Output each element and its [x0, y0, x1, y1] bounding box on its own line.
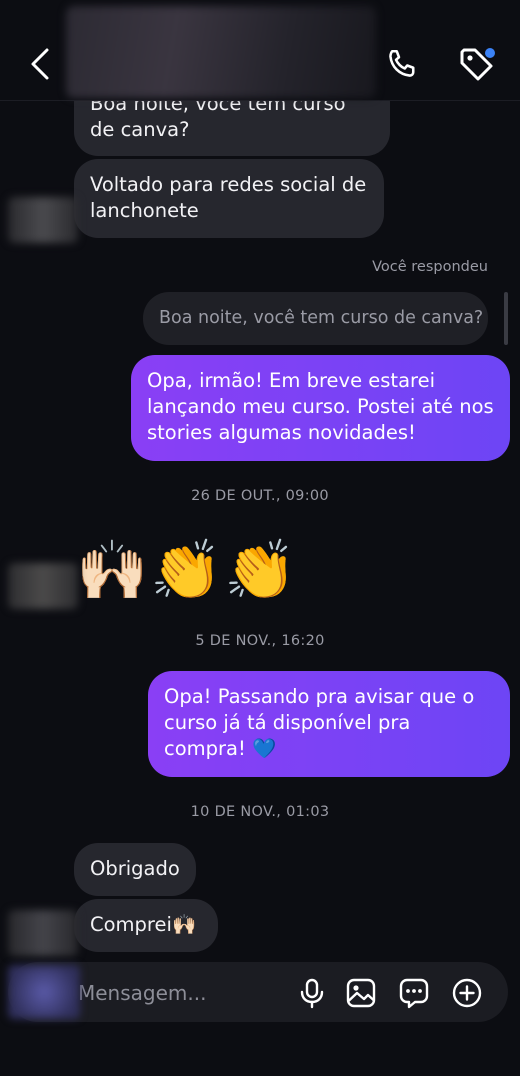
message-input[interactable]: [76, 976, 280, 1010]
incoming-message[interactable]: Obrigado: [74, 843, 196, 896]
message-text: Opa! Passando pra avisar que o curso já …: [164, 685, 475, 760]
sender-avatar[interactable]: [8, 563, 78, 609]
outgoing-message[interactable]: Opa! Passando pra avisar que o curso já …: [148, 671, 510, 777]
raised-hands-emoji: 🙌🏻: [171, 913, 197, 936]
message-text: Comprei: [90, 913, 172, 936]
message-text: Voltado para redes social de lanchonete: [90, 173, 367, 222]
image-icon[interactable]: [345, 977, 377, 1009]
chevron-left-icon: [31, 48, 49, 80]
quote-indicator-bar: [504, 292, 508, 345]
incoming-message[interactable]: Comprei🙌🏻: [74, 899, 218, 952]
sender-avatar[interactable]: [8, 197, 78, 243]
phone-icon: [389, 49, 415, 77]
quoted-message[interactable]: Boa noite, você tem curso de canva?: [143, 292, 488, 345]
back-button[interactable]: [26, 46, 58, 82]
chat-header: [0, 0, 520, 101]
blue-heart-emoji: 💙: [252, 737, 277, 760]
message-text: Opa, irmão! Em breve estarei lançando me…: [147, 369, 494, 444]
contact-info-blurred[interactable]: [66, 6, 376, 98]
emoji-message[interactable]: 🙌🏻👏👏: [76, 532, 299, 608]
call-button[interactable]: [384, 46, 420, 82]
timestamp-separator: 5 DE NOV., 16:20: [195, 633, 325, 649]
user-avatar[interactable]: [8, 965, 80, 1019]
sender-avatar[interactable]: [8, 910, 78, 956]
incoming-message[interactable]: Voltado para redes social de lanchonete: [74, 159, 384, 238]
message-composer: [8, 962, 508, 1022]
notification-dot: [485, 48, 495, 58]
chat-bubble-icon[interactable]: [398, 977, 430, 1009]
microphone-icon[interactable]: [296, 977, 328, 1009]
plus-circle-icon[interactable]: [451, 977, 483, 1009]
outgoing-message[interactable]: Opa, irmão! Em breve estarei lançando me…: [131, 355, 510, 461]
timestamp-separator: 26 DE OUT., 09:00: [191, 488, 329, 504]
timestamp-separator: 10 DE NOV., 01:03: [190, 804, 330, 820]
message-text: Obrigado: [90, 857, 180, 880]
reply-label: Você respondeu: [372, 259, 488, 275]
